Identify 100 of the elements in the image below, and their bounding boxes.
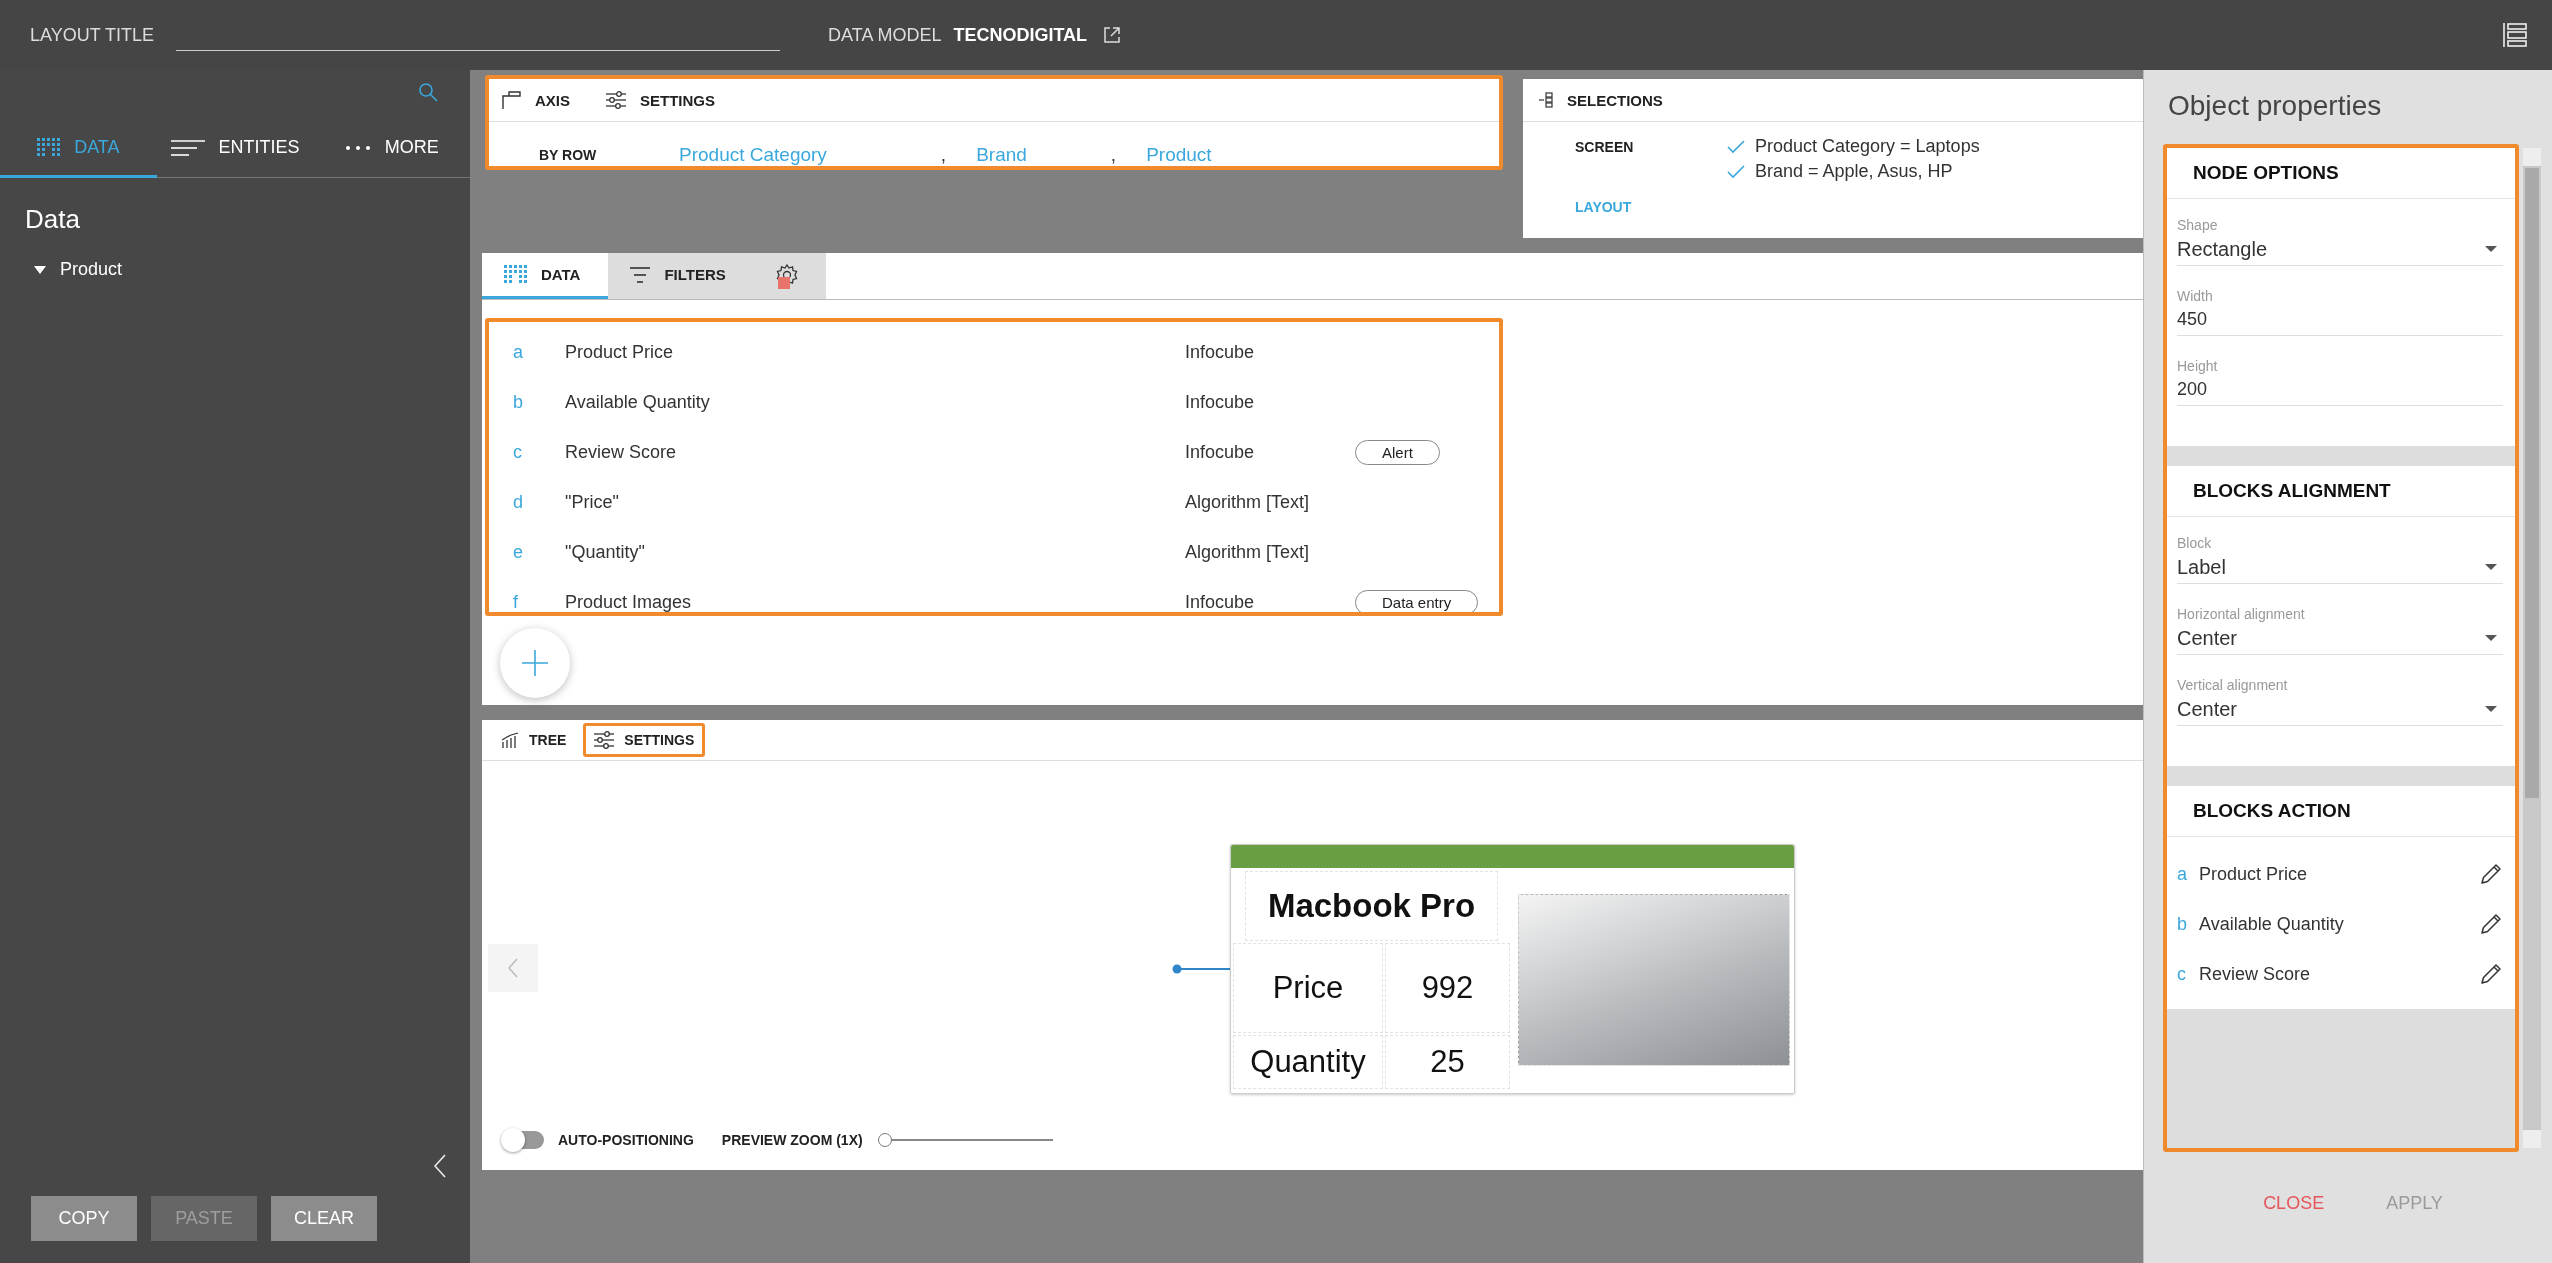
row-label: BY ROW <box>539 147 598 163</box>
row-letter: c <box>513 441 523 463</box>
dropdown[interactable]: Label <box>2177 551 2503 584</box>
tag-button[interactable]: Data entry <box>1355 589 1479 612</box>
external-link-icon[interactable] <box>1103 26 1122 44</box>
dropdown-caret-icon <box>2485 705 2497 713</box>
field-label: Height <box>2177 358 2219 374</box>
check-icon <box>1727 164 1745 179</box>
pencil-icon[interactable] <box>2479 862 2503 886</box>
panel-tab[interactable]: SETTINGS <box>583 723 706 757</box>
section-title: BLOCKS ACTION <box>2167 786 2515 837</box>
tree-node[interactable]: Macbook Pro Price 992 Quantity 25 <box>1230 844 1795 1094</box>
field-label: Shape <box>2177 217 2219 233</box>
chevron-left-icon[interactable] <box>434 1154 446 1178</box>
data-name-text[interactable]: Review Score <box>565 441 1185 463</box>
source-text: Infocube <box>1185 591 1256 612</box>
dotted-grid-icon <box>504 264 527 285</box>
search-icon <box>418 82 438 102</box>
row-letter: e <box>513 541 524 563</box>
panel-layout-icon[interactable] <box>2502 22 2528 48</box>
plus-icon <box>521 649 549 677</box>
panel-heading: Data <box>25 204 81 235</box>
dropdown-caret-icon <box>2485 634 2497 642</box>
sidebar-tab[interactable]: MORE <box>313 120 470 178</box>
row-letter: b <box>2177 913 2187 935</box>
field-label: Width <box>2177 288 2214 304</box>
block-name: Review Score <box>2199 963 2312 985</box>
row-letter: c <box>2177 963 2187 985</box>
dropdown-caret-icon <box>2485 563 2497 571</box>
lines-icon <box>170 138 205 157</box>
axis-icon <box>501 91 521 109</box>
source-text: Infocube <box>1185 341 1256 363</box>
data-name-text[interactable]: Product Price <box>565 341 1185 363</box>
slider-thumb[interactable] <box>877 1133 892 1147</box>
caret-icon[interactable] <box>34 263 46 276</box>
data-name-text[interactable]: Product Images <box>565 591 1185 612</box>
row-letter: a <box>2177 863 2187 885</box>
separator: , <box>940 144 947 166</box>
dropdown-caret-icon <box>2485 245 2497 253</box>
chevron-left-icon <box>508 958 518 978</box>
dropdown[interactable]: Center <box>2177 622 2503 655</box>
source-text: Algorithm [Text] <box>1185 541 1311 563</box>
pencil-icon[interactable] <box>2479 912 2503 936</box>
field-label: Block <box>2177 535 2213 551</box>
section-title: BLOCKS ALIGNMENT <box>2167 466 2515 517</box>
node-title: Macbook Pro <box>1245 871 1498 941</box>
dotted-grid-icon <box>37 137 61 158</box>
gear-icon <box>775 263 798 286</box>
pencil-icon[interactable] <box>2479 962 2503 986</box>
block-name: Product Price <box>2199 863 2309 885</box>
field-label: Horizontal alignment <box>2177 606 2306 622</box>
block-name: Available Quantity <box>2199 913 2345 935</box>
sliders-icon <box>606 91 626 109</box>
dropdown[interactable]: Center <box>2177 693 2503 726</box>
tree-item[interactable]: Product <box>60 259 123 280</box>
scrollbar[interactable] <box>2523 148 2541 1148</box>
row-letter: a <box>513 341 524 363</box>
sliders-icon <box>594 731 615 749</box>
data-model-name: TECNODIGITAL <box>953 24 1088 46</box>
panel-tab[interactable]: FILTERS <box>608 253 754 299</box>
panel-title: SELECTIONS <box>1567 91 1663 109</box>
selection-scope-label[interactable]: SCREEN <box>1575 136 1727 182</box>
bar-chart-icon <box>501 732 519 748</box>
connector-line <box>1172 964 1230 974</box>
separator: , <box>1110 144 1117 166</box>
section-title: NODE OPTIONS <box>2167 148 2515 199</box>
filter-icon <box>630 265 651 284</box>
cell-value: 992 <box>1385 943 1510 1033</box>
panel-tab[interactable]: TREE <box>490 723 578 757</box>
tag-button[interactable]: Alert <box>1355 439 1440 465</box>
data-model-label: DATA MODEL <box>828 24 942 46</box>
data-name-text[interactable]: "Quantity" <box>565 541 1185 563</box>
sidebar-tab[interactable]: ENTITIES <box>156 120 314 178</box>
row-letter: b <box>513 391 524 413</box>
source-text: Infocube <box>1185 441 1256 463</box>
input-field[interactable]: 450 <box>2177 304 2503 336</box>
hierarchy-icon <box>1539 92 1553 108</box>
field-label: Vertical alignment <box>2177 677 2289 693</box>
selection-text: Product Category = Laptops <box>1755 136 1980 157</box>
axis-tab[interactable]: AXIS <box>535 91 570 109</box>
toggle-label: AUTO-POSITIONING <box>558 1132 694 1148</box>
settings-tab[interactable] <box>753 253 826 299</box>
cell-label: Quantity <box>1233 1035 1383 1089</box>
dropdown[interactable]: Rectangle <box>2177 233 2503 266</box>
data-name-text[interactable]: "Price" <box>565 491 1185 513</box>
row-letter: d <box>513 491 524 513</box>
row-letter: f <box>513 591 519 612</box>
source-text: Infocube <box>1185 391 1256 413</box>
panel-title: Object properties <box>2168 90 2383 122</box>
cell-label: Price <box>1233 943 1383 1033</box>
axis-tab[interactable]: SETTINGS <box>640 91 716 109</box>
input-field[interactable]: 200 <box>2177 374 2503 406</box>
source-text: Algorithm [Text] <box>1185 491 1311 513</box>
selection-text: Brand = Apple, Asus, HP <box>1755 161 1953 182</box>
data-name-text[interactable]: Available Quantity <box>565 391 1185 413</box>
zoom-label: PREVIEW ZOOM (1X) <box>721 1132 863 1148</box>
toggle-switch[interactable] <box>504 1131 544 1149</box>
cell-value: 25 <box>1385 1035 1510 1089</box>
layout-title-label: LAYOUT TITLE <box>30 24 155 46</box>
dots-icon <box>344 144 371 151</box>
